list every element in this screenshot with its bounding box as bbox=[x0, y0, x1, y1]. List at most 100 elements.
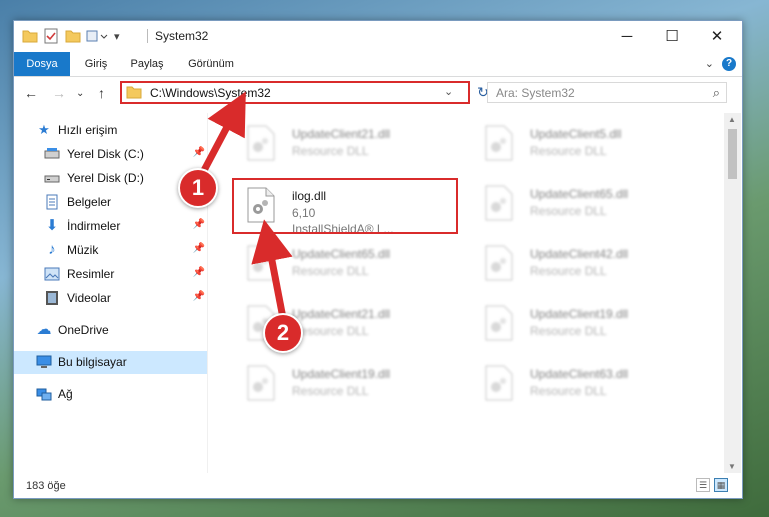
file-name: UpdateClient21.dll bbox=[292, 127, 391, 141]
forward-arrow-icon[interactable]: → bbox=[52, 85, 66, 101]
maximize-button[interactable]: ☐ bbox=[649, 21, 695, 51]
folder-icon bbox=[22, 28, 38, 44]
file-item[interactable]: UpdateClient65.dll Resource DLL bbox=[462, 179, 682, 233]
dll-file-icon bbox=[485, 305, 513, 341]
address-bar[interactable]: C:\Windows\System32 ⌄ bbox=[120, 81, 470, 104]
download-icon: ⬇ bbox=[45, 217, 59, 234]
dll-file-icon bbox=[485, 125, 513, 161]
sidebar-item-network[interactable]: Ağ bbox=[14, 383, 207, 406]
view-options-icon[interactable] bbox=[86, 28, 108, 44]
file-name: UpdateClient42.dll bbox=[530, 247, 629, 261]
file-list: UpdateClient21.dll Resource DLL ilog.dll… bbox=[214, 113, 724, 473]
sidebar-item-label: Resimler bbox=[67, 267, 115, 281]
file-description: Resource DLL bbox=[530, 204, 607, 218]
dll-file-icon bbox=[247, 245, 275, 281]
file-name: UpdateClient19.dll bbox=[530, 307, 629, 321]
sidebar-item-label: Videolar bbox=[67, 291, 111, 305]
sidebar-item-this-pc[interactable]: Bu bilgisayar bbox=[14, 351, 207, 374]
scroll-up-icon[interactable]: ▲ bbox=[728, 115, 736, 124]
vertical-scrollbar[interactable]: ▲ ▼ bbox=[724, 113, 741, 473]
sidebar-item-label: Yerel Disk (D:) bbox=[67, 171, 144, 185]
help-icon[interactable]: ? bbox=[722, 57, 736, 71]
sidebar-item-label: Ağ bbox=[58, 387, 73, 401]
sidebar-item-pictures[interactable]: Resimler 📌 bbox=[14, 263, 207, 286]
new-folder-icon[interactable] bbox=[65, 28, 81, 44]
file-name: UpdateClient21.dll bbox=[292, 307, 391, 321]
chevron-down-icon[interactable]: ⌄ bbox=[444, 85, 453, 98]
tab-share[interactable]: Paylaş bbox=[122, 52, 172, 76]
sidebar-item-music[interactable]: ♪ Müzik 📌 bbox=[14, 239, 207, 262]
file-name: UpdateClient65.dll bbox=[292, 247, 391, 261]
up-arrow-icon[interactable]: ↑ bbox=[98, 85, 105, 101]
pictures-icon bbox=[44, 266, 60, 282]
sidebar-item-documents[interactable]: Belgeler 📌 bbox=[14, 191, 207, 214]
navigation-pane: ★ Hızlı erişim Yerel Disk (C:) 📌 Yerel D… bbox=[14, 113, 208, 473]
scroll-down-icon[interactable]: ▼ bbox=[728, 462, 736, 471]
scrollbar-thumb[interactable] bbox=[728, 129, 737, 179]
pin-icon[interactable]: 📌 bbox=[193, 147, 205, 158]
sidebar-item-onedrive[interactable]: ☁ OneDrive bbox=[14, 319, 207, 342]
cloud-icon: ☁ bbox=[36, 321, 52, 338]
sidebar-item-label: Bu bilgisayar bbox=[58, 355, 127, 369]
file-description: Resource DLL bbox=[292, 384, 369, 398]
status-bar: 183 öğe ☰ ▦ bbox=[14, 474, 742, 498]
file-description: Resource DLL bbox=[292, 144, 369, 158]
folder-icon bbox=[126, 85, 142, 104]
file-item[interactable]: UpdateClient19.dll Resource DLL bbox=[224, 359, 444, 413]
recent-locations-icon[interactable]: ⌄ bbox=[76, 88, 84, 99]
title-bar: ▾ System32 ─ ☐ ✕ bbox=[14, 21, 742, 51]
dll-file-icon bbox=[247, 365, 275, 401]
tab-view[interactable]: Görünüm bbox=[180, 52, 242, 76]
file-item[interactable]: UpdateClient63.dll Resource DLL bbox=[462, 359, 682, 413]
documents-icon bbox=[44, 194, 60, 210]
sidebar-item-downloads[interactable]: ⬇ İndirmeler 📌 bbox=[14, 215, 207, 238]
sidebar-item-quick-access[interactable]: ★ Hızlı erişim bbox=[14, 119, 207, 142]
minimize-button[interactable]: ─ bbox=[604, 21, 650, 51]
pin-icon[interactable]: 📌 bbox=[193, 267, 205, 278]
title-divider bbox=[147, 29, 148, 43]
video-icon bbox=[44, 290, 60, 306]
file-item[interactable]: UpdateClient42.dll Resource DLL bbox=[462, 239, 682, 293]
tab-home[interactable]: Giriş bbox=[76, 52, 116, 76]
window-title: System32 bbox=[155, 29, 209, 43]
search-input[interactable]: Ara: System32 ⌕ bbox=[487, 82, 727, 103]
sidebar-item-label: Yerel Disk (C:) bbox=[67, 147, 144, 161]
file-item[interactable]: UpdateClient19.dll Resource DLL bbox=[462, 299, 682, 353]
file-description: Resource DLL bbox=[530, 324, 607, 338]
sidebar-item-label: Belgeler bbox=[67, 195, 112, 209]
tab-file[interactable]: Dosya bbox=[14, 52, 70, 76]
pin-icon[interactable]: 📌 bbox=[193, 219, 205, 230]
file-item[interactable]: UpdateClient65.dll Resource DLL bbox=[224, 239, 444, 293]
dll-file-icon bbox=[485, 185, 513, 221]
sidebar-item-label: OneDrive bbox=[58, 323, 109, 337]
callout-badge-2: 2 bbox=[263, 313, 303, 353]
search-placeholder: Ara: System32 bbox=[496, 86, 575, 100]
sidebar-item-videos[interactable]: Videolar 📌 bbox=[14, 287, 207, 310]
sidebar-item-label: Hızlı erişim bbox=[58, 123, 118, 137]
file-description: Resource DLL bbox=[530, 144, 607, 158]
file-name: UpdateClient65.dll bbox=[530, 187, 629, 201]
customize-toolbar-icon[interactable]: ▾ bbox=[114, 28, 120, 44]
file-description: Resource DLL bbox=[292, 264, 369, 278]
callout-badge-1: 1 bbox=[178, 168, 218, 208]
ribbon-tabs: Dosya Giriş Paylaş Görünüm ⌄ ? bbox=[14, 52, 742, 77]
large-icons-view-icon[interactable]: ▦ bbox=[714, 478, 728, 492]
file-item[interactable]: UpdateClient21.dll Resource DLL bbox=[224, 299, 444, 353]
pin-icon[interactable]: 📌 bbox=[193, 291, 205, 302]
details-view-icon[interactable]: ☰ bbox=[696, 478, 710, 492]
explorer-window: ▾ System32 ─ ☐ ✕ Dosya Giriş Paylaş Görü… bbox=[13, 20, 743, 499]
pin-icon[interactable]: 📌 bbox=[193, 243, 205, 254]
item-count: 183 öğe bbox=[26, 480, 66, 492]
sidebar-item-label: İndirmeler bbox=[67, 219, 121, 233]
search-icon: ⌕ bbox=[712, 85, 720, 100]
properties-icon[interactable] bbox=[44, 28, 58, 44]
close-button[interactable]: ✕ bbox=[694, 21, 740, 51]
back-arrow-icon[interactable]: ← bbox=[24, 85, 38, 101]
file-item[interactable]: UpdateClient5.dll Resource DLL bbox=[462, 119, 682, 173]
dll-file-icon bbox=[485, 365, 513, 401]
file-name: UpdateClient19.dll bbox=[292, 367, 391, 381]
star-icon: ★ bbox=[38, 122, 50, 137]
sidebar-item-disk-c[interactable]: Yerel Disk (C:) 📌 bbox=[14, 143, 207, 166]
chevron-down-icon[interactable]: ⌄ bbox=[705, 57, 714, 70]
file-item[interactable]: UpdateClient21.dll Resource DLL bbox=[224, 119, 444, 173]
